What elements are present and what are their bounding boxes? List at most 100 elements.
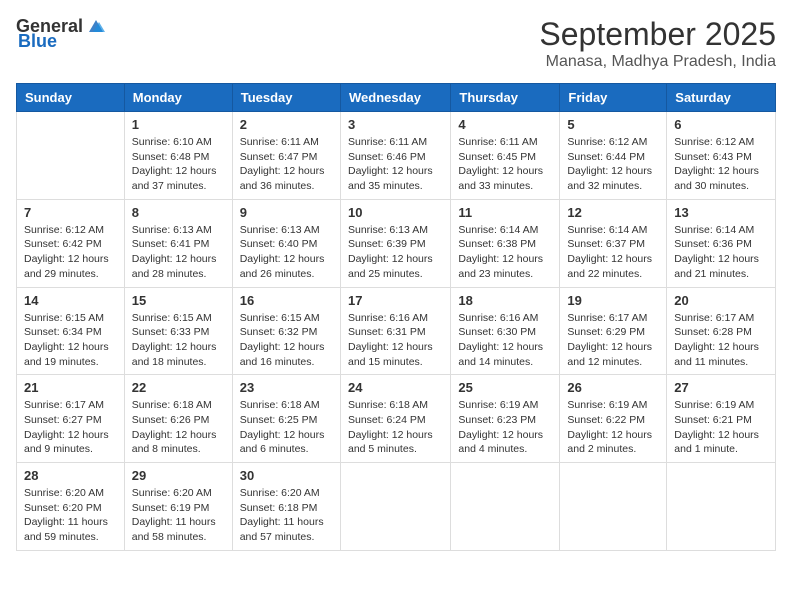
calendar-cell: 24 Sunrise: 6:18 AM Sunset: 6:24 PM Dayli… bbox=[340, 375, 450, 463]
calendar-cell bbox=[451, 463, 560, 551]
day-number: 14 bbox=[24, 293, 117, 308]
calendar-cell: 4 Sunrise: 6:11 AM Sunset: 6:45 PM Daylig… bbox=[451, 112, 560, 200]
day-number: 6 bbox=[674, 117, 768, 132]
header-monday: Monday bbox=[124, 84, 232, 112]
day-info: Sunrise: 6:19 AM Sunset: 6:22 PM Dayligh… bbox=[567, 398, 659, 457]
day-number: 15 bbox=[132, 293, 225, 308]
day-info: Sunrise: 6:20 AM Sunset: 6:19 PM Dayligh… bbox=[132, 486, 225, 545]
calendar-cell: 15 Sunrise: 6:15 AM Sunset: 6:33 PM Dayli… bbox=[124, 287, 232, 375]
calendar-header-row: SundayMondayTuesdayWednesdayThursdayFrid… bbox=[17, 84, 776, 112]
calendar-cell: 9Sunrise: 6:13 AM Sunset: 6:40 PM Daylig… bbox=[232, 199, 340, 287]
calendar-cell: 28 Sunrise: 6:20 AM Sunset: 6:20 PM Dayli… bbox=[17, 463, 125, 551]
page-header: General Blue September 2025 Manasa, Madh… bbox=[16, 16, 776, 71]
day-number: 30 bbox=[240, 468, 333, 483]
calendar-cell: 23 Sunrise: 6:18 AM Sunset: 6:25 PM Dayli… bbox=[232, 375, 340, 463]
day-number: 17 bbox=[348, 293, 443, 308]
calendar-cell: 26 Sunrise: 6:19 AM Sunset: 6:22 PM Dayli… bbox=[560, 375, 667, 463]
calendar-cell: 12 Sunrise: 6:14 AM Sunset: 6:37 PM Dayli… bbox=[560, 199, 667, 287]
calendar-cell bbox=[17, 112, 125, 200]
day-number: 21 bbox=[24, 380, 117, 395]
calendar-cell: 3Sunrise: 6:11 AM Sunset: 6:46 PM Daylig… bbox=[340, 112, 450, 200]
calendar-cell: 22 Sunrise: 6:18 AM Sunset: 6:26 PM Dayli… bbox=[124, 375, 232, 463]
day-info: Sunrise: 6:18 AM Sunset: 6:24 PM Dayligh… bbox=[348, 398, 443, 457]
location-title: Manasa, Madhya Pradesh, India bbox=[539, 53, 776, 71]
day-info: Sunrise: 6:15 AM Sunset: 6:32 PM Dayligh… bbox=[240, 311, 333, 370]
calendar-cell: 10 Sunrise: 6:13 AM Sunset: 6:39 PM Dayli… bbox=[340, 199, 450, 287]
day-info: Sunrise: 6:16 AM Sunset: 6:31 PM Dayligh… bbox=[348, 311, 443, 370]
header-sunday: Sunday bbox=[17, 84, 125, 112]
day-info: Sunrise: 6:20 AM Sunset: 6:18 PM Dayligh… bbox=[240, 486, 333, 545]
calendar-table: SundayMondayTuesdayWednesdayThursdayFrid… bbox=[16, 83, 776, 551]
day-number: 23 bbox=[240, 380, 333, 395]
calendar-cell bbox=[560, 463, 667, 551]
calendar-cell: 27Sunrise: 6:19 AM Sunset: 6:21 PM Dayli… bbox=[667, 375, 776, 463]
calendar-cell: 8Sunrise: 6:13 AM Sunset: 6:41 PM Daylig… bbox=[124, 199, 232, 287]
logo-icon bbox=[85, 18, 107, 36]
day-info: Sunrise: 6:10 AM Sunset: 6:48 PM Dayligh… bbox=[132, 135, 225, 194]
day-info: Sunrise: 6:20 AM Sunset: 6:20 PM Dayligh… bbox=[24, 486, 117, 545]
header-wednesday: Wednesday bbox=[340, 84, 450, 112]
day-number: 11 bbox=[458, 205, 552, 220]
day-info: Sunrise: 6:19 AM Sunset: 6:23 PM Dayligh… bbox=[458, 398, 552, 457]
calendar-cell bbox=[340, 463, 450, 551]
day-info: Sunrise: 6:15 AM Sunset: 6:33 PM Dayligh… bbox=[132, 311, 225, 370]
day-number: 22 bbox=[132, 380, 225, 395]
calendar-cell: 19 Sunrise: 6:17 AM Sunset: 6:29 PM Dayli… bbox=[560, 287, 667, 375]
calendar-cell: 14Sunrise: 6:15 AM Sunset: 6:34 PM Dayli… bbox=[17, 287, 125, 375]
calendar-week-4: 21Sunrise: 6:17 AM Sunset: 6:27 PM Dayli… bbox=[17, 375, 776, 463]
calendar-cell: 21Sunrise: 6:17 AM Sunset: 6:27 PM Dayli… bbox=[17, 375, 125, 463]
day-info: Sunrise: 6:12 AM Sunset: 6:44 PM Dayligh… bbox=[567, 135, 659, 194]
calendar-week-5: 28 Sunrise: 6:20 AM Sunset: 6:20 PM Dayli… bbox=[17, 463, 776, 551]
calendar-cell: 30 Sunrise: 6:20 AM Sunset: 6:18 PM Dayli… bbox=[232, 463, 340, 551]
day-number: 12 bbox=[567, 205, 659, 220]
calendar-cell: 17 Sunrise: 6:16 AM Sunset: 6:31 PM Dayli… bbox=[340, 287, 450, 375]
day-number: 20 bbox=[674, 293, 768, 308]
header-thursday: Thursday bbox=[451, 84, 560, 112]
day-info: Sunrise: 6:16 AM Sunset: 6:30 PM Dayligh… bbox=[458, 311, 552, 370]
day-info: Sunrise: 6:18 AM Sunset: 6:25 PM Dayligh… bbox=[240, 398, 333, 457]
day-number: 28 bbox=[24, 468, 117, 483]
day-number: 4 bbox=[458, 117, 552, 132]
day-number: 2 bbox=[240, 117, 333, 132]
day-info: Sunrise: 6:14 AM Sunset: 6:38 PM Dayligh… bbox=[458, 223, 552, 282]
day-info: Sunrise: 6:18 AM Sunset: 6:26 PM Dayligh… bbox=[132, 398, 225, 457]
day-info: Sunrise: 6:12 AM Sunset: 6:42 PM Dayligh… bbox=[24, 223, 117, 282]
day-number: 13 bbox=[674, 205, 768, 220]
day-info: Sunrise: 6:14 AM Sunset: 6:37 PM Dayligh… bbox=[567, 223, 659, 282]
calendar-week-1: 1Sunrise: 6:10 AM Sunset: 6:48 PM Daylig… bbox=[17, 112, 776, 200]
day-number: 10 bbox=[348, 205, 443, 220]
day-number: 29 bbox=[132, 468, 225, 483]
day-info: Sunrise: 6:17 AM Sunset: 6:28 PM Dayligh… bbox=[674, 311, 768, 370]
day-number: 26 bbox=[567, 380, 659, 395]
calendar-cell: 5Sunrise: 6:12 AM Sunset: 6:44 PM Daylig… bbox=[560, 112, 667, 200]
day-info: Sunrise: 6:11 AM Sunset: 6:46 PM Dayligh… bbox=[348, 135, 443, 194]
calendar-cell: 13 Sunrise: 6:14 AM Sunset: 6:36 PM Dayli… bbox=[667, 199, 776, 287]
day-info: Sunrise: 6:12 AM Sunset: 6:43 PM Dayligh… bbox=[674, 135, 768, 194]
day-number: 8 bbox=[132, 205, 225, 220]
day-info: Sunrise: 6:13 AM Sunset: 6:40 PM Dayligh… bbox=[240, 223, 333, 282]
calendar-cell: 16 Sunrise: 6:15 AM Sunset: 6:32 PM Dayli… bbox=[232, 287, 340, 375]
title-area: September 2025 Manasa, Madhya Pradesh, I… bbox=[539, 16, 776, 71]
calendar-week-3: 14Sunrise: 6:15 AM Sunset: 6:34 PM Dayli… bbox=[17, 287, 776, 375]
calendar-cell: 11 Sunrise: 6:14 AM Sunset: 6:38 PM Dayli… bbox=[451, 199, 560, 287]
calendar-cell: 7 Sunrise: 6:12 AM Sunset: 6:42 PM Daylig… bbox=[17, 199, 125, 287]
day-number: 19 bbox=[567, 293, 659, 308]
day-info: Sunrise: 6:11 AM Sunset: 6:47 PM Dayligh… bbox=[240, 135, 333, 194]
calendar-cell: 6 Sunrise: 6:12 AM Sunset: 6:43 PM Daylig… bbox=[667, 112, 776, 200]
day-info: Sunrise: 6:11 AM Sunset: 6:45 PM Dayligh… bbox=[458, 135, 552, 194]
day-number: 24 bbox=[348, 380, 443, 395]
day-info: Sunrise: 6:17 AM Sunset: 6:29 PM Dayligh… bbox=[567, 311, 659, 370]
calendar-cell: 18Sunrise: 6:16 AM Sunset: 6:30 PM Dayli… bbox=[451, 287, 560, 375]
logo-blue-text: Blue bbox=[18, 31, 57, 52]
calendar-cell: 25Sunrise: 6:19 AM Sunset: 6:23 PM Dayli… bbox=[451, 375, 560, 463]
header-friday: Friday bbox=[560, 84, 667, 112]
day-number: 27 bbox=[674, 380, 768, 395]
day-number: 7 bbox=[24, 205, 117, 220]
day-info: Sunrise: 6:14 AM Sunset: 6:36 PM Dayligh… bbox=[674, 223, 768, 282]
day-number: 16 bbox=[240, 293, 333, 308]
calendar-cell: 20 Sunrise: 6:17 AM Sunset: 6:28 PM Dayli… bbox=[667, 287, 776, 375]
logo: General Blue bbox=[16, 16, 107, 52]
day-info: Sunrise: 6:13 AM Sunset: 6:39 PM Dayligh… bbox=[348, 223, 443, 282]
header-tuesday: Tuesday bbox=[232, 84, 340, 112]
calendar-cell: 1Sunrise: 6:10 AM Sunset: 6:48 PM Daylig… bbox=[124, 112, 232, 200]
